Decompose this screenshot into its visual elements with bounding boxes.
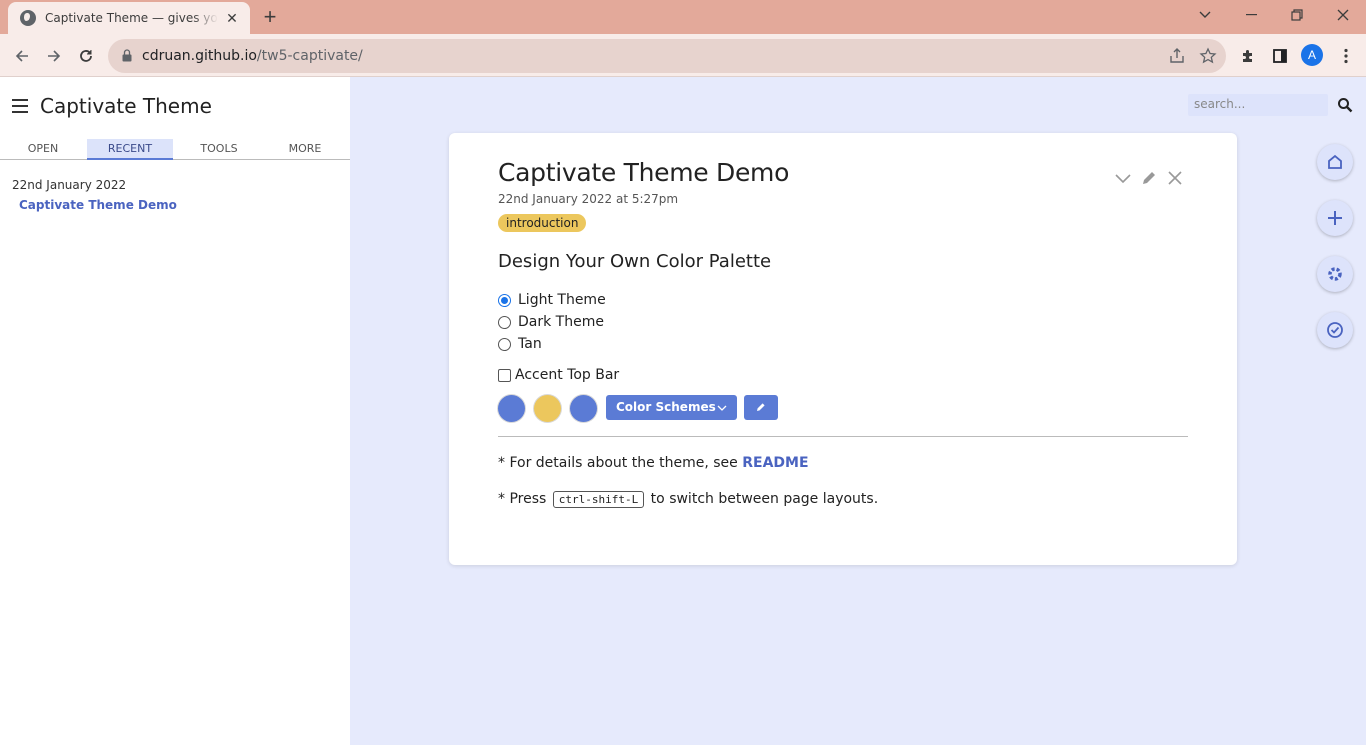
recent-tiddler-link[interactable]: Captivate Theme Demo [19, 198, 177, 212]
tab-close-icon[interactable]: ✕ [224, 10, 240, 26]
home-button[interactable] [1317, 144, 1353, 180]
tab-recent[interactable]: RECENT [87, 139, 173, 160]
radio-dark-theme[interactable]: Dark Theme [498, 314, 604, 330]
checkbox[interactable] [498, 368, 511, 382]
new-tab-button[interactable]: + [258, 6, 282, 30]
close-icon[interactable] [1166, 169, 1184, 187]
save-changes-button[interactable] [1317, 312, 1353, 348]
checkbox-label: Accent Top Bar [515, 367, 620, 383]
tag-pill[interactable]: introduction [498, 214, 587, 232]
search-icon[interactable] [1337, 97, 1353, 113]
back-arrow-icon[interactable] [8, 42, 36, 70]
close-window-button[interactable] [1320, 0, 1366, 30]
edit-pencil-icon[interactable] [1140, 169, 1158, 187]
chevron-down-icon [717, 395, 727, 429]
globe-icon [20, 10, 36, 26]
pencil-icon [757, 403, 765, 411]
tab-tools[interactable]: TOOLS [176, 139, 262, 160]
address-bar[interactable]: cdruan.github.io/tw5-captivate/ [108, 39, 1226, 73]
radio-label: Tan [518, 336, 542, 352]
color-swatch[interactable] [570, 395, 597, 422]
radio-button[interactable] [498, 293, 511, 307]
check-circle-icon [1327, 322, 1343, 338]
tab-more[interactable]: MORE [262, 139, 348, 160]
minimize-button[interactable] [1228, 0, 1274, 30]
reload-icon[interactable] [72, 42, 100, 70]
recent-date: 22nd January 2022 [12, 178, 127, 192]
divider [498, 436, 1188, 437]
hamburger-menu-icon[interactable] [12, 99, 28, 113]
forward-arrow-icon[interactable] [40, 42, 68, 70]
site-title: Captivate Theme [40, 94, 212, 118]
color-schemes-button[interactable]: Color Schemes [606, 395, 737, 420]
new-tiddler-button[interactable] [1317, 200, 1353, 236]
tab-open[interactable]: OPEN [0, 139, 86, 160]
radio-button[interactable] [498, 315, 511, 329]
plus-icon [1328, 211, 1342, 225]
control-panel-button[interactable] [1317, 256, 1353, 292]
sidebar: Captivate Theme OPEN RECENT TOOLS MORE 2… [0, 77, 350, 745]
readme-paragraph: * For details about the theme, see READM… [498, 455, 809, 471]
keyboard-shortcut: ctrl-shift-L [552, 491, 645, 508]
shortcut-paragraph: * Press ctrl-shift-L to switch between p… [498, 491, 879, 508]
tab-search-icon[interactable] [1182, 0, 1228, 30]
section-heading: Design Your Own Color Palette [498, 251, 772, 272]
radio-label: Light Theme [518, 292, 606, 308]
radio-button[interactable] [498, 337, 511, 351]
radio-label: Dark Theme [518, 314, 604, 330]
radio-light-theme[interactable]: Light Theme [498, 292, 606, 308]
sidebar-tabs: OPEN RECENT TOOLS MORE [0, 139, 350, 160]
color-swatch[interactable] [498, 395, 525, 422]
url-text: cdruan.github.io/tw5-captivate/ [142, 48, 363, 64]
tiddler-card: Captivate Theme Demo 22nd January 2022 a… [449, 133, 1237, 565]
share-icon[interactable] [1168, 47, 1186, 65]
readme-link[interactable]: README [742, 455, 808, 471]
home-icon [1328, 154, 1342, 169]
bookmark-star-icon[interactable] [1199, 47, 1217, 65]
radio-tan[interactable]: Tan [498, 336, 542, 352]
side-panel-icon[interactable] [1266, 42, 1294, 70]
browser-toolbar: cdruan.github.io/tw5-captivate/ A [0, 34, 1366, 77]
browser-tabstrip: Captivate Theme — gives your w ✕ + [0, 0, 1366, 34]
tiddler-title: Captivate Theme Demo [498, 158, 790, 187]
kebab-menu-icon[interactable] [1332, 42, 1360, 70]
extensions-puzzle-icon[interactable] [1234, 42, 1262, 70]
tiddler-subtitle: 22nd January 2022 at 5:27pm [498, 192, 679, 206]
color-schemes-label: Color Schemes [616, 400, 716, 414]
tab-title: Captivate Theme — gives your w [45, 11, 218, 25]
browser-tab[interactable]: Captivate Theme — gives your w ✕ [8, 2, 250, 34]
search-input[interactable]: search... [1188, 94, 1328, 116]
gear-icon [1328, 267, 1342, 281]
profile-avatar[interactable]: A [1301, 44, 1323, 66]
color-swatch[interactable] [534, 395, 561, 422]
chevron-down-icon[interactable] [1114, 169, 1132, 187]
edit-palette-button[interactable] [744, 395, 778, 420]
lock-icon [122, 49, 132, 62]
accent-top-bar-checkbox[interactable]: Accent Top Bar [498, 367, 619, 383]
restore-button[interactable] [1274, 0, 1320, 30]
